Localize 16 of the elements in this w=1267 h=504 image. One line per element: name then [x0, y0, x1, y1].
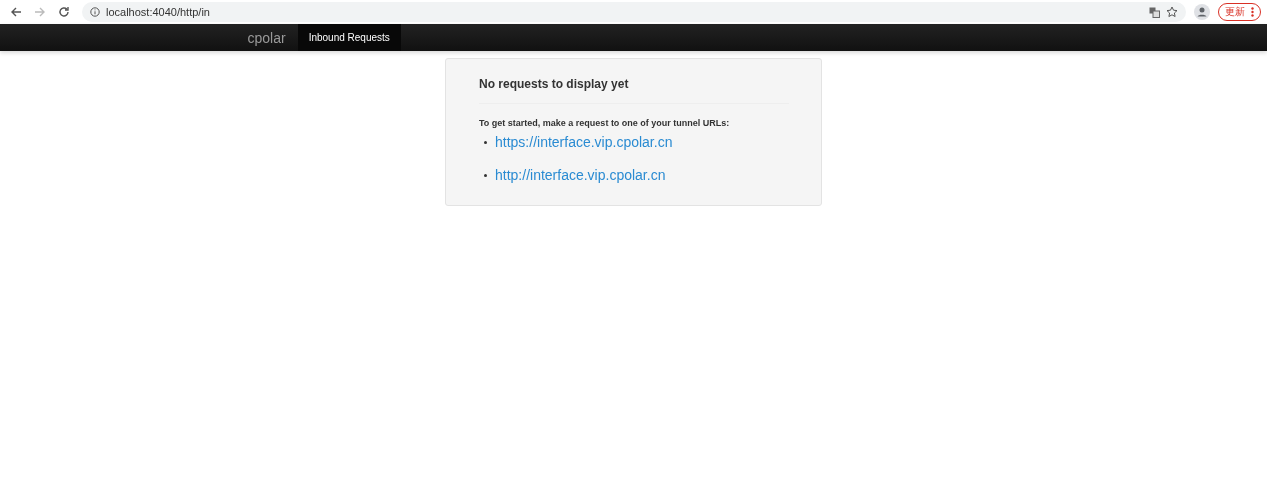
intro-text: To get started, make a request to one of your tunnel URLs: [479, 118, 731, 128]
panel-title: No requests to display yet [479, 77, 789, 104]
info-icon [90, 7, 100, 17]
more-icon[interactable] [1251, 7, 1254, 17]
profile-icon[interactable] [1194, 4, 1210, 20]
update-button[interactable]: 更新 [1218, 3, 1261, 21]
translate-icon[interactable] [1149, 6, 1160, 18]
tunnel-link[interactable]: http://interface.vip.cpolar.cn [495, 167, 666, 183]
bullet-icon [484, 140, 487, 144]
tunnel-link[interactable]: https://interface.vip.cpolar.cn [495, 134, 673, 150]
bullet-icon [484, 173, 487, 177]
address-bar[interactable]: localhost:4040/http/in [82, 2, 1186, 22]
star-icon[interactable] [1166, 6, 1178, 18]
nav-tab[interactable]: Inbound Requests [297, 24, 401, 51]
brand-name[interactable]: cpolar [238, 24, 298, 51]
url-text: localhost:4040/http/in [106, 6, 211, 18]
